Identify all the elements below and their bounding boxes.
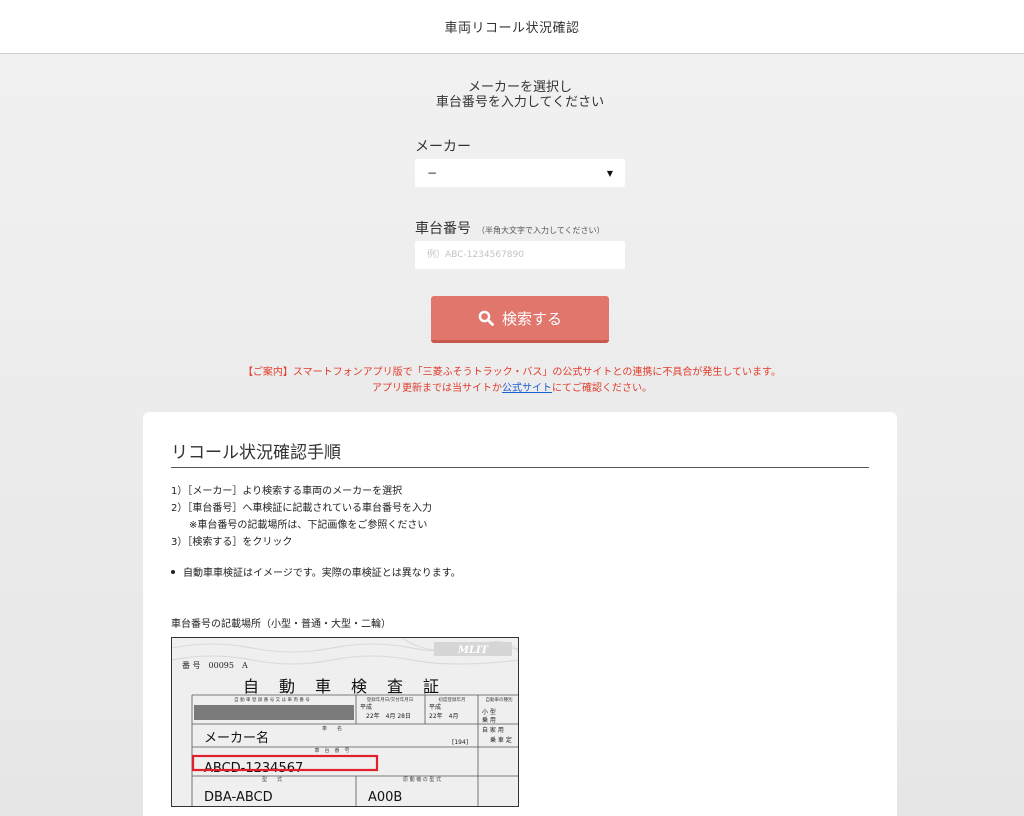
mlit-logo: MLIT	[457, 645, 490, 656]
maker-selected-value: −	[427, 166, 438, 180]
svg-text:平成: 平成	[429, 703, 441, 711]
chassis-label: 車台番号 （半角大文字で入力してください）	[415, 221, 605, 237]
page-title: 車両リコール状況確認	[444, 21, 580, 36]
maker-label: メーカー	[415, 139, 471, 155]
title-divider	[171, 467, 869, 468]
guide-card: リコール状況確認手順 1）［メーカー］より検索する車両のメーカーを選択 2）［車…	[143, 412, 897, 816]
chassis-hint: （半角大文字で入力してください）	[477, 226, 605, 235]
step-item: 3）［検索する］をクリック	[171, 537, 293, 548]
search-button-label: 検索する	[501, 309, 562, 328]
maker-select[interactable]: − ▼	[415, 159, 625, 187]
svg-text:平成: 平成	[360, 703, 372, 711]
cert-chassis-number: ABCD-1234567	[204, 761, 303, 776]
bullet-dot	[171, 569, 175, 574]
cert-number: 番 号 00095 A	[182, 660, 248, 670]
search-button[interactable]: 検索する	[431, 296, 609, 343]
top-bar: 車両リコール状況確認	[0, 0, 1024, 54]
svg-text:乗 車 定: 乗 車 定	[490, 736, 512, 744]
vehicle-certificate-image: MLIT 番 号 00095 A 自 動 車 検 査 証 自 動 車 登 録 番…	[171, 637, 519, 807]
step-note: ※車台番号の記載場所は、下記画像をご参照ください	[189, 520, 428, 531]
svg-text:登録年月日/交付年月日: 登録年月日/交付年月日	[367, 696, 414, 703]
step-item: 1）［メーカー］より検索する車両のメーカーを選択	[171, 486, 403, 497]
svg-text:自 家 用: 自 家 用	[482, 726, 504, 734]
chassis-number-input[interactable]	[415, 241, 625, 269]
svg-text:車 台 番 号: 車 台 番 号	[314, 747, 349, 754]
step-item: 2）［車台番号］へ車検証に記載されている車台番号を入力	[171, 503, 433, 514]
svg-text:型 式: 型 式	[262, 776, 282, 783]
cert-maker-name: メーカー名	[204, 730, 269, 746]
guide-title: リコール状況確認手順	[171, 443, 341, 463]
search-icon	[478, 310, 494, 326]
cert-engine-model: A00B	[368, 790, 402, 805]
svg-text:自動車の種別: 自動車の種別	[486, 696, 513, 703]
cert-model: DBA-ABCD	[204, 790, 273, 805]
svg-text:自 動 車 登 録 番 号 又 は 車 両 番 号: 自 動 車 登 録 番 号 又 は 車 両 番 号	[234, 696, 310, 703]
guide-steps: 1）［メーカー］より検索する車両のメーカーを選択 2）［車台番号］へ車検証に記載…	[171, 483, 432, 551]
svg-text:小 型: 小 型	[482, 708, 496, 716]
svg-text:22年 4月 28日: 22年 4月 28日	[366, 712, 411, 720]
image-disclaimer: 自動車車検証はイメージです。実際の車検証とは異なります。	[171, 564, 461, 579]
svg-text:車 名: 車 名	[322, 725, 342, 732]
svg-text:[194]: [194]	[452, 739, 468, 746]
form-instruction: メーカーを選択し 車台番号を入力してください	[435, 80, 605, 110]
svg-text:22年 4月: 22年 4月	[429, 712, 458, 720]
redacted-registration	[194, 705, 354, 720]
svg-text:原 動 機 の 型 式: 原 動 機 の 型 式	[403, 776, 441, 783]
svg-text:乗 用: 乗 用	[482, 717, 496, 724]
image-caption: 車台番号の記載場所（小型・普通・大型・二輪）	[171, 619, 391, 630]
svg-text:初度登録年月: 初度登録年月	[439, 696, 466, 703]
cert-title: 自 動 車 検 査 証	[243, 677, 441, 696]
notice-message: 【ご案内】スマートフォンアプリ版で「三菱ふそうトラック・バス」の公式サイトとの連…	[242, 367, 782, 394]
official-site-link[interactable]: 公式サイト	[502, 383, 552, 394]
dropdown-arrow-icon: ▼	[606, 168, 613, 178]
